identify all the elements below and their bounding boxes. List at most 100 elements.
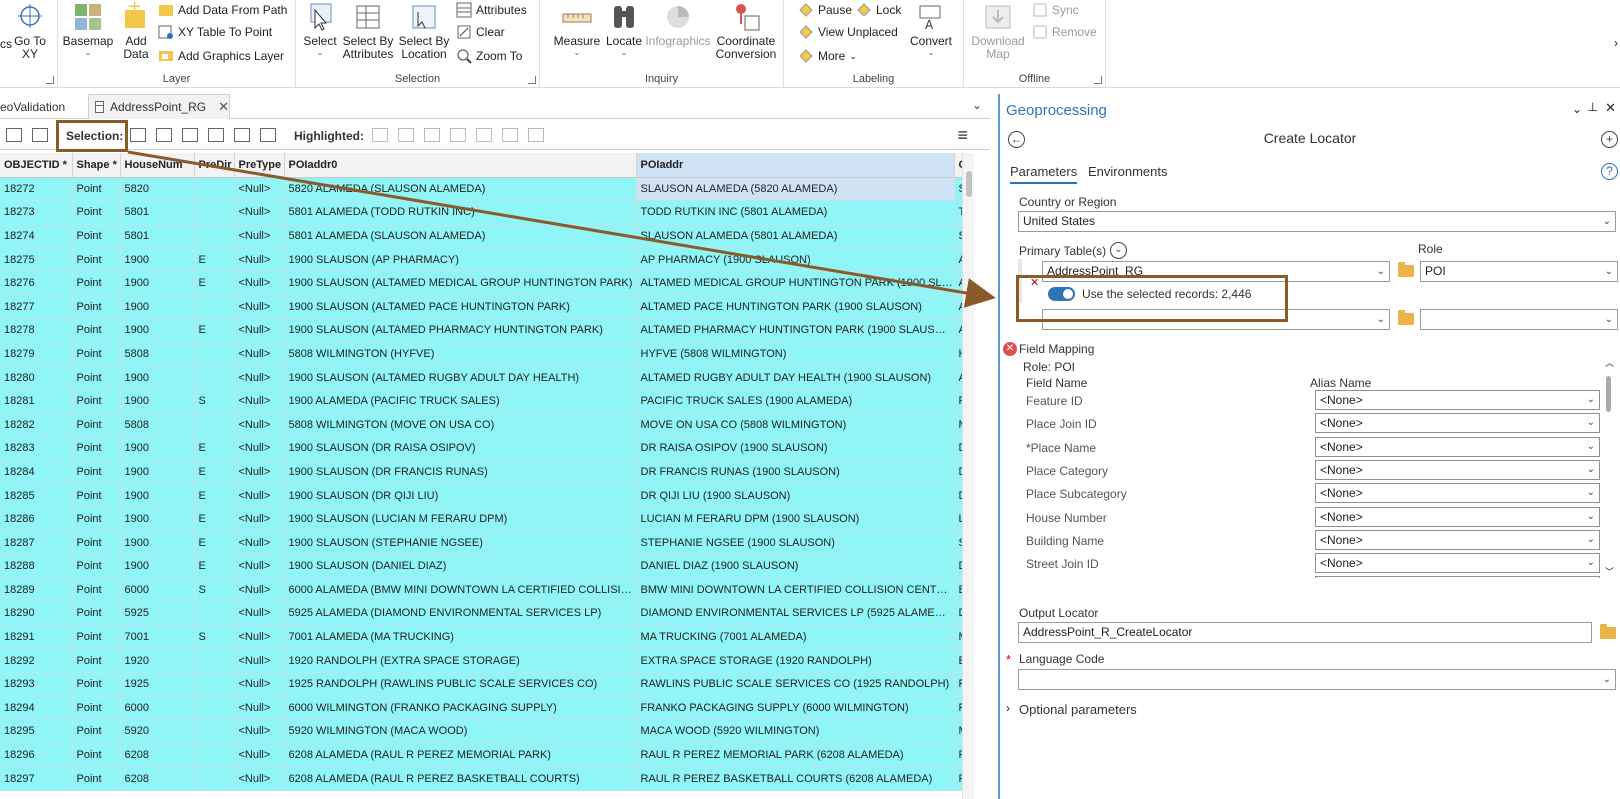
table-cell[interactable]: 1925 xyxy=(120,672,195,697)
ribbon-scroll-icon[interactable]: › xyxy=(1614,36,1618,50)
table-cell[interactable]: DR RAISA OSIPOV (1900 SLAUSON) xyxy=(636,436,955,461)
table-cell[interactable]: <Null> xyxy=(234,342,285,367)
table-cell[interactable]: <Null> xyxy=(234,648,285,673)
table-cell[interactable]: P xyxy=(954,389,962,414)
table-cell[interactable]: <Null> xyxy=(234,554,285,579)
table-cell[interactable]: 1900 SLAUSON (ALTAMED RUGBY ADULT DAY HE… xyxy=(284,365,637,390)
table-cell[interactable]: STEPHANIE NGSEE (1900 SLAUSON) xyxy=(636,530,955,555)
table-row[interactable]: 18273 Point 5801 <Null> 5801 ALAMEDA (TODD R… xyxy=(0,200,962,225)
field-mapping-combo[interactable]: <None> ⌄ xyxy=(1315,529,1600,550)
table-cell[interactable]: 18285 xyxy=(0,483,73,508)
table-cell[interactable]: 18272 xyxy=(0,177,73,202)
table-cell[interactable]: Point xyxy=(72,625,121,650)
table-cell[interactable]: E xyxy=(194,483,235,508)
remove-button[interactable]: Remove xyxy=(1032,22,1097,42)
browse-folder-icon[interactable] xyxy=(1600,624,1616,639)
tab-environments[interactable]: Environments xyxy=(1088,164,1167,179)
table-cell[interactable]: Point xyxy=(72,554,121,579)
table-row[interactable]: 18291 Point 7001 S <Null> 7001 ALAMEDA (MA TR… xyxy=(0,625,962,650)
table-cell[interactable] xyxy=(194,177,235,202)
table-cell[interactable]: Point xyxy=(72,648,121,673)
table-cell[interactable]: A xyxy=(954,365,962,390)
field-mapping-combo[interactable]: <None> ⌄ xyxy=(1315,506,1600,527)
highlight-unselect-icon[interactable] xyxy=(450,128,466,142)
table-cell[interactable]: 18288 xyxy=(0,554,73,579)
table-row[interactable]: 18295 Point 5920 <Null> 5920 WILMINGTON (MAC… xyxy=(0,719,962,744)
table-cell[interactable]: 18284 xyxy=(0,460,73,485)
sync-button[interactable]: Sync xyxy=(1032,0,1079,20)
table-cell[interactable]: Point xyxy=(72,247,121,272)
table-row[interactable]: 18289 Point 6000 S <Null> 6000 ALAMEDA (BMW M… xyxy=(0,578,962,603)
highlight-reselect-icon[interactable] xyxy=(476,128,492,142)
table-cell[interactable]: 18297 xyxy=(0,766,73,791)
table-cell[interactable]: <Null> xyxy=(234,271,285,296)
table-row[interactable]: 18282 Point 5808 <Null> 5808 WILMINGTON (MOV… xyxy=(0,412,962,438)
table-cell[interactable]: 1900 xyxy=(120,294,195,320)
table-row[interactable]: 18290 Point 5925 <Null> 5925 ALAMEDA (DIAMON… xyxy=(0,601,962,626)
table-row[interactable]: 18275 Point 1900 E <Null> 1900 SLAUSON (AP PH… xyxy=(0,247,962,272)
table-cell[interactable]: 6000 xyxy=(120,578,195,603)
table-cell[interactable]: <Null> xyxy=(234,224,285,249)
select-by-location-button[interactable]: Select By Location xyxy=(396,0,452,61)
table-cell[interactable] xyxy=(194,648,235,673)
tab-addresspoint[interactable]: AddressPoint_RG ✕ xyxy=(88,94,230,119)
table-cell[interactable]: EXTRA SPACE STORAGE (1920 RANDOLPH) xyxy=(636,648,955,673)
table-cell[interactable]: <Null> xyxy=(234,436,285,461)
table-cell[interactable]: E xyxy=(194,460,235,485)
table-cell[interactable]: E xyxy=(954,648,962,673)
table-cell[interactable]: Point xyxy=(72,365,121,390)
attributes-button[interactable]: Attributes xyxy=(456,0,527,20)
offline-launcher-icon[interactable] xyxy=(1094,76,1102,84)
table-cell[interactable]: M xyxy=(954,625,962,650)
tab-geovalidation[interactable]: eoValidation xyxy=(0,94,84,119)
table-cell[interactable]: E xyxy=(194,271,235,296)
table-cell[interactable]: Point xyxy=(72,318,121,343)
table-cell[interactable]: A xyxy=(954,247,962,272)
table-cell[interactable]: 1900 xyxy=(120,460,195,485)
role-combo[interactable]: POI ⌄ xyxy=(1420,261,1618,282)
table-cell[interactable]: 5808 xyxy=(120,342,195,367)
table-cell[interactable]: <Null> xyxy=(234,460,285,485)
table-cell[interactable]: <Null> xyxy=(234,389,285,414)
table-cell[interactable]: <Null> xyxy=(234,719,285,744)
table-cell[interactable]: 5801 ALAMEDA (TODD RUTKIN INC) xyxy=(284,200,637,225)
table-cell[interactable]: AP PHARMACY (1900 SLAUSON) xyxy=(636,247,955,272)
table-cell[interactable]: 1900 xyxy=(120,365,195,390)
zoom-selection-icon[interactable] xyxy=(182,128,198,142)
table-cell[interactable]: E xyxy=(194,318,235,343)
secondary-role-combo[interactable]: ⌄ xyxy=(1420,309,1618,330)
table-cell[interactable]: ALTAMED RUGBY ADULT DAY HEALTH (1900 SLA… xyxy=(636,365,955,390)
table-cell[interactable]: <Null> xyxy=(234,294,285,320)
table-cell[interactable]: RAUL R PEREZ MEMORIAL PARK (6208 ALAMEDA… xyxy=(636,743,955,768)
table-cell[interactable] xyxy=(194,743,235,768)
column-header[interactable]: PreDir xyxy=(194,153,235,178)
table-cell[interactable] xyxy=(194,601,235,626)
table-row[interactable]: 18278 Point 1900 E <Null> 1900 SLAUSON (ALTAM… xyxy=(0,318,962,343)
table-cell[interactable] xyxy=(194,672,235,697)
table-cell[interactable]: 6000 xyxy=(120,696,195,721)
table-cell[interactable]: 5820 xyxy=(120,177,195,202)
table-cell[interactable]: 5808 WILMINGTON (MOVE ON USA CO) xyxy=(284,412,637,438)
coordinate-conversion-button[interactable]: Coordinate Conversion xyxy=(712,0,780,61)
table-cell[interactable]: <Null> xyxy=(234,318,285,343)
table-cell[interactable]: 1900 SLAUSON (ALTAMED MEDICAL GROUP HUNT… xyxy=(284,271,637,296)
highlight-delete-icon[interactable] xyxy=(502,128,518,142)
table-cell[interactable]: E xyxy=(194,530,235,555)
field-mapping-combo[interactable]: <None> ⌄ xyxy=(1315,390,1600,410)
table-row[interactable]: 18287 Point 1900 E <Null> 1900 SLAUSON (STEPH… xyxy=(0,530,962,555)
table-cell[interactable]: 6208 xyxy=(120,743,195,768)
table-cell[interactable]: 1900 SLAUSON (DR QIJI LIU) xyxy=(284,483,637,508)
table-row[interactable]: 18274 Point 5801 <Null> 5801 ALAMEDA (SLAUSO… xyxy=(0,224,962,249)
table-cell[interactable]: 18286 xyxy=(0,507,73,532)
basemap-button[interactable]: Basemap ⌄ xyxy=(62,0,114,57)
select-all-icon[interactable] xyxy=(208,128,224,142)
table-cell[interactable]: B xyxy=(954,578,962,603)
table-cell[interactable]: 6000 ALAMEDA (BMW MINI DOWNTOWN LA CERTI… xyxy=(284,578,637,603)
table-cell[interactable]: 5925 ALAMEDA (DIAMOND ENVIRONMENTAL SERV… xyxy=(284,601,637,626)
column-header[interactable]: Shape * xyxy=(72,153,121,178)
table-cell[interactable]: MOVE ON USA CO (5808 WILMINGTON) xyxy=(636,412,955,438)
table-cell[interactable]: 1900 SLAUSON (AP PHARMACY) xyxy=(284,247,637,272)
table-cell[interactable]: T xyxy=(954,200,962,225)
table-cell[interactable]: A xyxy=(954,318,962,343)
table-cell[interactable]: 1900 xyxy=(120,530,195,555)
